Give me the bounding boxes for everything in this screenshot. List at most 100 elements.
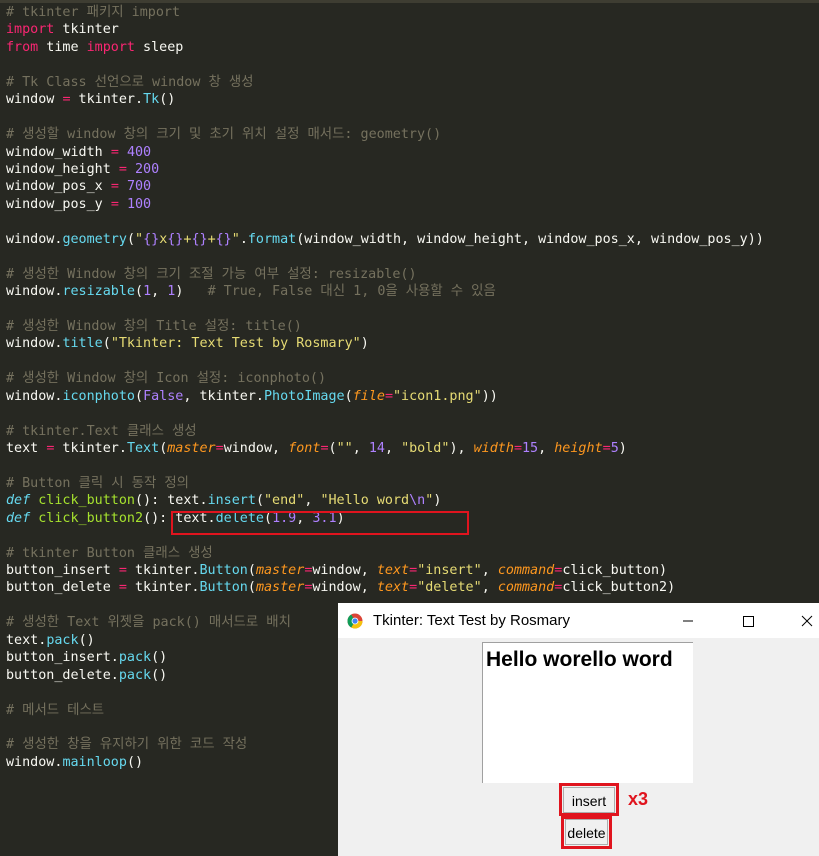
close-button[interactable]: [784, 603, 819, 638]
code-token: window_pos_x: [6, 179, 111, 195]
code-token: tkinter.: [54, 440, 127, 456]
code-line: window_width = 400: [6, 144, 764, 161]
code-token: window,: [312, 563, 377, 578]
minimize-button[interactable]: [665, 603, 711, 638]
code-token: =: [513, 440, 522, 456]
code-token: =: [215, 440, 224, 456]
code-token: =: [384, 388, 393, 404]
delete-button[interactable]: delete: [565, 819, 608, 845]
code-token: width: [473, 440, 514, 456]
code-token: sleep: [135, 39, 184, 55]
code-line: button_delete = tkinter.Button(master = wi…: [6, 579, 764, 596]
code-token: # tkinter Button 클래스 생성: [6, 545, 213, 561]
code-token: resizable: [62, 284, 135, 299]
code-token: master: [255, 563, 305, 578]
code-token: =: [110, 144, 119, 160]
code-token: ,: [481, 580, 498, 596]
code-token: ,: [352, 440, 369, 456]
code-token: (: [247, 580, 256, 596]
code-token: "icon1.png": [393, 388, 482, 404]
code-token: def: [6, 493, 31, 509]
code-token: window_height: [6, 161, 119, 177]
code-token: def: [6, 510, 31, 526]
code-token: (: [135, 388, 144, 404]
code-token: 100: [126, 196, 152, 212]
code-line: window_pos_y = 100: [6, 196, 764, 213]
code-token: tkinter: [54, 22, 119, 38]
code-token: "bold": [401, 440, 450, 456]
code-token: , tkinter.: [183, 388, 264, 404]
text-widget[interactable]: Hello worello word: [482, 642, 693, 783]
code-line: text = tkinter.Text(master=window, font=…: [6, 440, 764, 457]
code-token: # Tk Class 선언으로 window 창 생성: [6, 74, 254, 90]
code-line: # 생성할 window 창의 크기 및 초기 위치 설정 매서드: geome…: [6, 126, 764, 143]
code-token: =: [409, 580, 418, 596]
code-token: \n: [409, 493, 426, 509]
code-token: button_insert: [6, 563, 119, 578]
code-token: window.: [6, 231, 63, 247]
code-token: Button: [199, 563, 248, 578]
insert-button[interactable]: insert: [563, 787, 615, 813]
code-token: 15: [522, 440, 539, 456]
code-token: window.: [6, 284, 63, 299]
code-token: (): text.: [135, 493, 208, 509]
code-token: format: [247, 231, 297, 247]
code-token: =: [602, 440, 611, 456]
code-token: button_insert.: [6, 650, 119, 666]
code-token: 700: [126, 179, 152, 195]
code-token: ,: [538, 440, 555, 456]
code-token: (: [102, 336, 111, 352]
code-token: ": [135, 231, 144, 247]
code-token: Button: [199, 580, 248, 596]
code-line: window_pos_x = 700: [6, 178, 764, 195]
app-icon: [347, 613, 363, 629]
code-token: "": [336, 440, 353, 456]
code-line: # 생성한 Window 창의 Title 설정: title(): [6, 318, 764, 335]
code-token: master: [255, 580, 305, 596]
code-token: Tk: [143, 92, 160, 108]
code-token: (: [255, 493, 264, 509]
code-token: .: [239, 231, 248, 247]
code-token: "delete": [417, 580, 482, 596]
maximize-icon: [743, 616, 754, 627]
close-icon: [801, 615, 813, 627]
code-token: geometry: [62, 231, 127, 247]
code-token: window_pos_y: [6, 196, 111, 212]
text-widget-content: Hello worello word: [486, 648, 673, 671]
code-token: title: [62, 336, 103, 352]
code-line: window.iconphoto(False, tkinter.PhotoIma…: [6, 388, 764, 405]
code-token: insert: [207, 493, 256, 509]
code-token: (: [126, 231, 135, 247]
code-token: 1: [143, 284, 152, 299]
code-token: # 생성한 Text 위젯을 pack() 매서드로 배치: [6, 615, 291, 631]
code-token: ): [175, 284, 208, 299]
code-token: window,: [312, 580, 377, 596]
window-titlebar[interactable]: Tkinter: Text Test by Rosmary: [338, 603, 819, 638]
code-token: =: [118, 580, 127, 596]
code-token: "Tkinter: Text Test by Rosmary": [110, 336, 361, 352]
code-token: window,: [223, 440, 289, 456]
code-token: "end": [264, 493, 305, 509]
code-token: (): [151, 667, 168, 683]
code-token: (): [126, 754, 144, 770]
code-token: mainloop: [62, 754, 127, 770]
maximize-button[interactable]: [725, 603, 771, 638]
code-token: window.: [6, 336, 63, 352]
code-line: window_height = 200: [6, 161, 764, 178]
code-token: height: [554, 440, 603, 456]
minimize-icon: [683, 620, 693, 622]
code-token: )): [481, 388, 498, 404]
code-line: # Button 클릭 시 동작 정의: [6, 475, 764, 492]
code-token: master: [167, 440, 216, 456]
code-token: from: [6, 39, 39, 55]
code-token: # 메서드 테스트: [6, 702, 105, 718]
code-token: button_delete: [6, 580, 119, 596]
